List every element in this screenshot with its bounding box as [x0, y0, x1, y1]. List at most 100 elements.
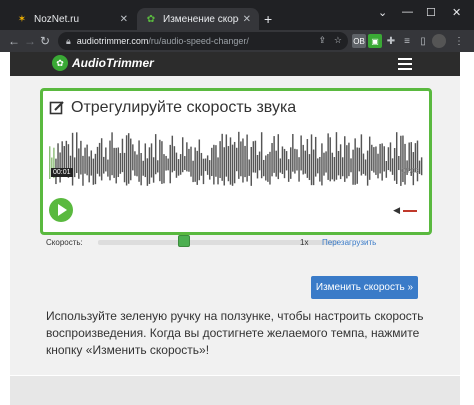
waveform-bar	[80, 140, 82, 175]
waveform-bar	[219, 141, 221, 178]
waveform-bar	[321, 143, 323, 186]
waveform-bar	[221, 133, 223, 181]
waveform-bar	[375, 146, 377, 175]
waveform-bar	[204, 158, 207, 172]
waveform-bar	[154, 134, 157, 175]
reading-list-icon[interactable]: ≡	[400, 34, 414, 48]
play-button[interactable]	[49, 198, 73, 222]
waveform-bar	[92, 158, 95, 185]
waveform-bar	[277, 134, 280, 180]
volume-bar[interactable]	[403, 209, 417, 212]
url-path: /ru/audio-speed-changer/	[148, 36, 249, 46]
waveform-bar	[111, 132, 113, 176]
waveform-bar	[100, 138, 103, 181]
waveform-bar	[225, 134, 228, 177]
bookmark-star-icon[interactable]: ☆	[334, 35, 342, 46]
waveform-bar	[90, 150, 93, 176]
waveform-bar	[163, 154, 165, 184]
share-icon[interactable]: ⇪	[318, 35, 326, 46]
waveform-bar	[408, 142, 410, 171]
waveform-bar	[71, 132, 74, 186]
maximize-button[interactable]: ☐	[426, 6, 436, 19]
waveform-bar	[223, 147, 225, 186]
tab-close-icon[interactable]: ✕	[120, 14, 128, 25]
reset-link[interactable]: Перезагрузить	[322, 238, 376, 247]
new-tab-button[interactable]: +	[264, 11, 272, 27]
speaker-icon: ◀	[393, 205, 400, 215]
waveform-bar	[356, 147, 358, 184]
tab-title: NozNet.ru	[34, 13, 80, 25]
waveform-bar	[306, 139, 309, 178]
waveform-bar	[296, 149, 298, 171]
waveform-bar	[134, 151, 136, 176]
logo-icon: ✿	[52, 55, 68, 71]
browser-menu-icon[interactable]: ⋮	[452, 34, 466, 48]
waveform-bar	[344, 136, 346, 182]
extension-ob-icon[interactable]: OB	[352, 34, 366, 48]
site-logo[interactable]: ✿ AudioTrimmer	[52, 55, 154, 71]
minimize-button[interactable]: —	[402, 6, 413, 18]
noznet-favicon-icon: ✶	[17, 13, 27, 25]
forward-icon[interactable]: →	[24, 34, 36, 48]
waveform-bar	[132, 144, 134, 171]
waveform-bar	[250, 146, 252, 186]
url-domain: audiotrimmer.com	[76, 36, 149, 46]
waveform-bar	[385, 161, 388, 178]
waveform-bar	[335, 132, 338, 180]
waveform-bar	[287, 159, 290, 182]
waveform-bar	[142, 160, 144, 176]
waveform-bar	[366, 150, 369, 186]
waveform-bar	[76, 132, 78, 174]
waveform-bar	[136, 154, 138, 177]
waveform-bar	[416, 140, 419, 182]
sidepanel-icon[interactable]: ▯	[416, 34, 430, 48]
profile-avatar[interactable]	[432, 34, 446, 48]
waveform-bar	[96, 146, 99, 174]
waveform-bar	[300, 135, 302, 171]
waveform-bar	[84, 147, 86, 174]
waveform-bar	[138, 140, 140, 182]
extension-green-icon[interactable]: ▣	[368, 34, 382, 48]
waveform-bar	[312, 149, 315, 186]
waveform-bar	[393, 148, 396, 181]
audio-waveform[interactable]	[49, 131, 423, 187]
waveform-bar	[327, 133, 329, 180]
waveform-bar	[317, 158, 319, 174]
hamburger-menu-icon[interactable]	[398, 58, 412, 70]
speed-slider-thumb[interactable]	[177, 235, 190, 247]
waveform-bar	[103, 156, 105, 174]
player-title: Отрегулируйте скорость звука	[71, 99, 297, 116]
audiotrimmer-favicon-icon: ✿	[146, 13, 156, 25]
waveform-bar	[107, 159, 109, 177]
waveform-bar	[391, 158, 394, 175]
close-window-button[interactable]: ✕	[452, 6, 461, 19]
waveform-bar	[418, 160, 421, 174]
waveform-bar	[177, 159, 180, 176]
volume-control[interactable]: ◀	[393, 205, 417, 216]
change-speed-button[interactable]: Изменить скорость »	[311, 276, 418, 299]
waveform-bar	[273, 136, 275, 173]
waveform-bar	[395, 132, 398, 184]
address-bar[interactable]: 🔒︎ audiotrimmer.com/ru/audio-speed-chang…	[58, 32, 348, 50]
reload-icon[interactable]: ↻	[40, 34, 50, 48]
back-icon[interactable]: ←	[8, 34, 20, 48]
waveform-bar	[115, 147, 117, 184]
waveform-bar	[348, 142, 350, 177]
tab-noznet[interactable]: ✶ NozNet.ru ✕	[8, 8, 136, 30]
waveform-bar	[200, 152, 203, 176]
waveform-bar	[146, 158, 149, 186]
waveform-bar	[123, 152, 126, 183]
waveform-bar	[420, 157, 423, 176]
tab-audiotrimmer[interactable]: ✿ Изменение скорости аудиофай ✕	[137, 8, 259, 30]
waveform-bar	[148, 147, 151, 184]
tab-search-icon[interactable]: ⌄	[378, 6, 387, 19]
tab-close-icon[interactable]: ✕	[243, 14, 251, 25]
player-heading: Отрегулируйте скорость звука	[49, 99, 296, 117]
waveform-bar	[325, 151, 327, 173]
waveform-bar	[213, 144, 215, 185]
extensions-puzzle-icon[interactable]: ✚	[384, 34, 398, 48]
waveform-bar	[252, 141, 255, 173]
waveform-bar	[190, 146, 192, 177]
waveform-bar	[105, 147, 107, 172]
waveform-bar	[236, 147, 238, 172]
